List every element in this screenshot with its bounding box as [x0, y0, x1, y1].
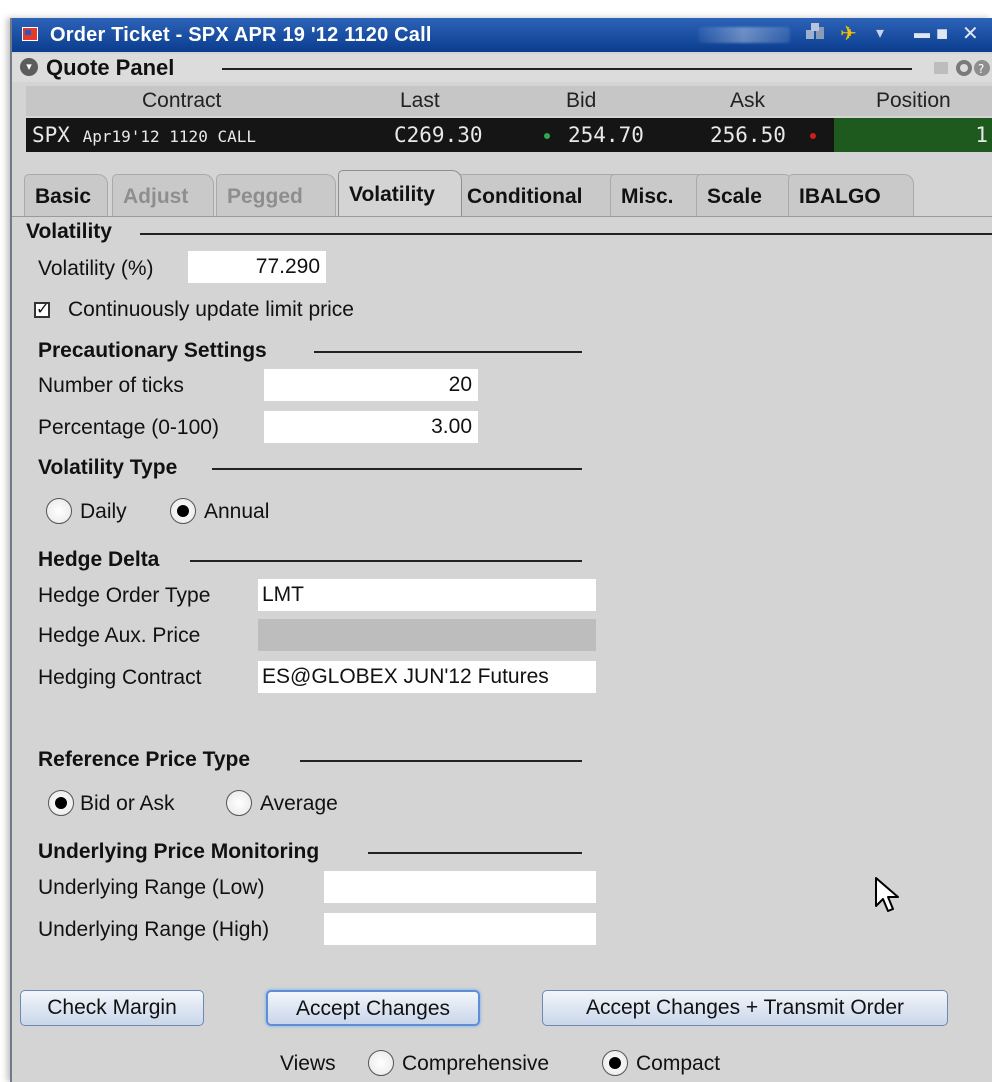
average-radio[interactable]: [226, 790, 252, 816]
tab-volatility[interactable]: Volatility: [338, 170, 462, 216]
order-tabs: Basic Adjust Pegged Conditional Misc. Sc…: [20, 170, 992, 216]
quote-row[interactable]: SPX Apr19'12 1120 CALL C269.30 254.70 25…: [26, 118, 992, 152]
underlying-low-input[interactable]: [324, 871, 596, 903]
precautionary-title: Precautionary Settings: [38, 339, 267, 362]
order-ticket-window: Order Ticket - SPX APR 19 '12 1120 Call …: [10, 18, 992, 1082]
divider: [222, 68, 912, 70]
accept-transmit-button[interactable]: Accept Changes + Transmit Order: [542, 990, 948, 1026]
underlying-high-label: Underlying Range (High): [38, 918, 270, 941]
tab-ibalgo[interactable]: IBALGO: [788, 174, 914, 216]
ticks-input[interactable]: 20: [264, 369, 478, 401]
bid-indicator: [544, 123, 550, 147]
column-last: Last: [400, 89, 440, 112]
quote-panel-icons: ?: [932, 57, 990, 84]
position-cell: 1: [834, 118, 992, 152]
column-position: Position: [876, 89, 951, 112]
redacted-account: [698, 27, 790, 43]
annual-label: Annual: [204, 500, 270, 523]
column-contract: Contract: [142, 89, 222, 112]
collapse-icon[interactable]: ▾: [20, 58, 38, 76]
check-margin-button[interactable]: Check Margin: [20, 990, 204, 1026]
hedge-order-type-field[interactable]: LMT: [258, 579, 596, 611]
mouse-cursor-icon: [874, 876, 902, 921]
compact-radio[interactable]: [602, 1050, 628, 1076]
bid-cell: 254.70: [568, 123, 644, 147]
column-bid: Bid: [566, 89, 597, 112]
tab-scale[interactable]: Scale: [696, 174, 794, 216]
ask-cell: 256.50: [710, 123, 786, 147]
volatility-type-title: Volatility Type: [38, 456, 178, 479]
hedging-contract-label: Hedging Contract: [38, 666, 202, 689]
quote-grid-header: Contract Last Bid Ask Position: [26, 86, 992, 116]
volatility-section-title: Volatility: [26, 220, 120, 244]
continuous-update-label: Continuously update limit price: [68, 298, 354, 321]
minimize-icon[interactable]: ▬: [914, 21, 930, 47]
volatility-input[interactable]: 77.290: [188, 251, 326, 283]
group-icon[interactable]: [804, 21, 826, 50]
bid-or-ask-label: Bid or Ask: [80, 792, 175, 815]
hedge-delta-divider: [190, 560, 582, 562]
svg-text:?: ?: [978, 62, 984, 76]
percentage-input[interactable]: 3.00: [264, 411, 478, 443]
quote-panel-header: ▾ Quote Panel ?: [12, 54, 992, 82]
last-cell: C269.30: [394, 123, 483, 147]
compact-label: Compact: [636, 1052, 721, 1075]
window-title: Order Ticket - SPX APR 19 '12 1120 Call: [50, 24, 432, 46]
bid-or-ask-radio[interactable]: [48, 790, 74, 816]
underlying-low-label: Underlying Range (Low): [38, 876, 265, 899]
title-bar[interactable]: Order Ticket - SPX APR 19 '12 1120 Call …: [12, 18, 992, 52]
volatility-type-divider: [212, 468, 582, 470]
ticks-label: Number of ticks: [38, 374, 184, 397]
ask-indicator: [810, 123, 816, 147]
tab-content-border: [12, 216, 992, 217]
tab-adjust[interactable]: Adjust: [112, 174, 214, 216]
daily-label: Daily: [80, 500, 127, 523]
underlying-monitoring-title: Underlying Price Monitoring: [38, 840, 320, 863]
maximize-icon[interactable]: ■: [936, 21, 948, 47]
column-ask: Ask: [730, 89, 766, 112]
hedge-aux-price-label: Hedge Aux. Price: [38, 624, 201, 647]
hedge-delta-title: Hedge Delta: [38, 548, 160, 571]
tab-conditional[interactable]: Conditional: [456, 174, 622, 216]
volatility-divider: [140, 233, 992, 235]
quote-panel-title: Quote Panel: [46, 55, 181, 81]
pin-icon[interactable]: ✈: [840, 21, 857, 47]
chevron-down-icon[interactable]: ▾: [876, 21, 884, 47]
accept-changes-button[interactable]: Accept Changes: [266, 990, 480, 1026]
annual-radio[interactable]: [170, 498, 196, 524]
percentage-label: Percentage (0-100): [38, 416, 219, 439]
tab-basic[interactable]: Basic: [24, 174, 108, 216]
volatility-label: Volatility (%): [38, 257, 154, 280]
continuous-update-checkbox[interactable]: ✓: [34, 302, 50, 318]
average-label: Average: [260, 792, 338, 815]
views-label: Views: [280, 1052, 336, 1075]
underlying-high-input[interactable]: [324, 913, 596, 945]
quote-grid: Contract Last Bid Ask Position SPX Apr19…: [26, 86, 992, 152]
comprehensive-label: Comprehensive: [402, 1052, 550, 1075]
comprehensive-radio[interactable]: [368, 1050, 394, 1076]
close-icon[interactable]: ✕: [962, 21, 979, 47]
hedge-aux-price-field: [258, 619, 596, 651]
reference-price-title: Reference Price Type: [38, 748, 251, 771]
tab-misc[interactable]: Misc.: [610, 174, 708, 216]
contract-cell: SPX Apr19'12 1120 CALL: [32, 123, 256, 147]
hedging-contract-field[interactable]: ES@GLOBEX JUN'12 Futures: [258, 661, 596, 693]
hedge-order-type-label: Hedge Order Type: [38, 584, 211, 607]
app-icon: [22, 27, 38, 41]
tab-pegged[interactable]: Pegged: [216, 174, 336, 216]
reference-price-divider: [300, 760, 582, 762]
underlying-monitoring-divider: [368, 852, 582, 854]
daily-radio[interactable]: [46, 498, 72, 524]
precautionary-divider: [314, 351, 582, 353]
